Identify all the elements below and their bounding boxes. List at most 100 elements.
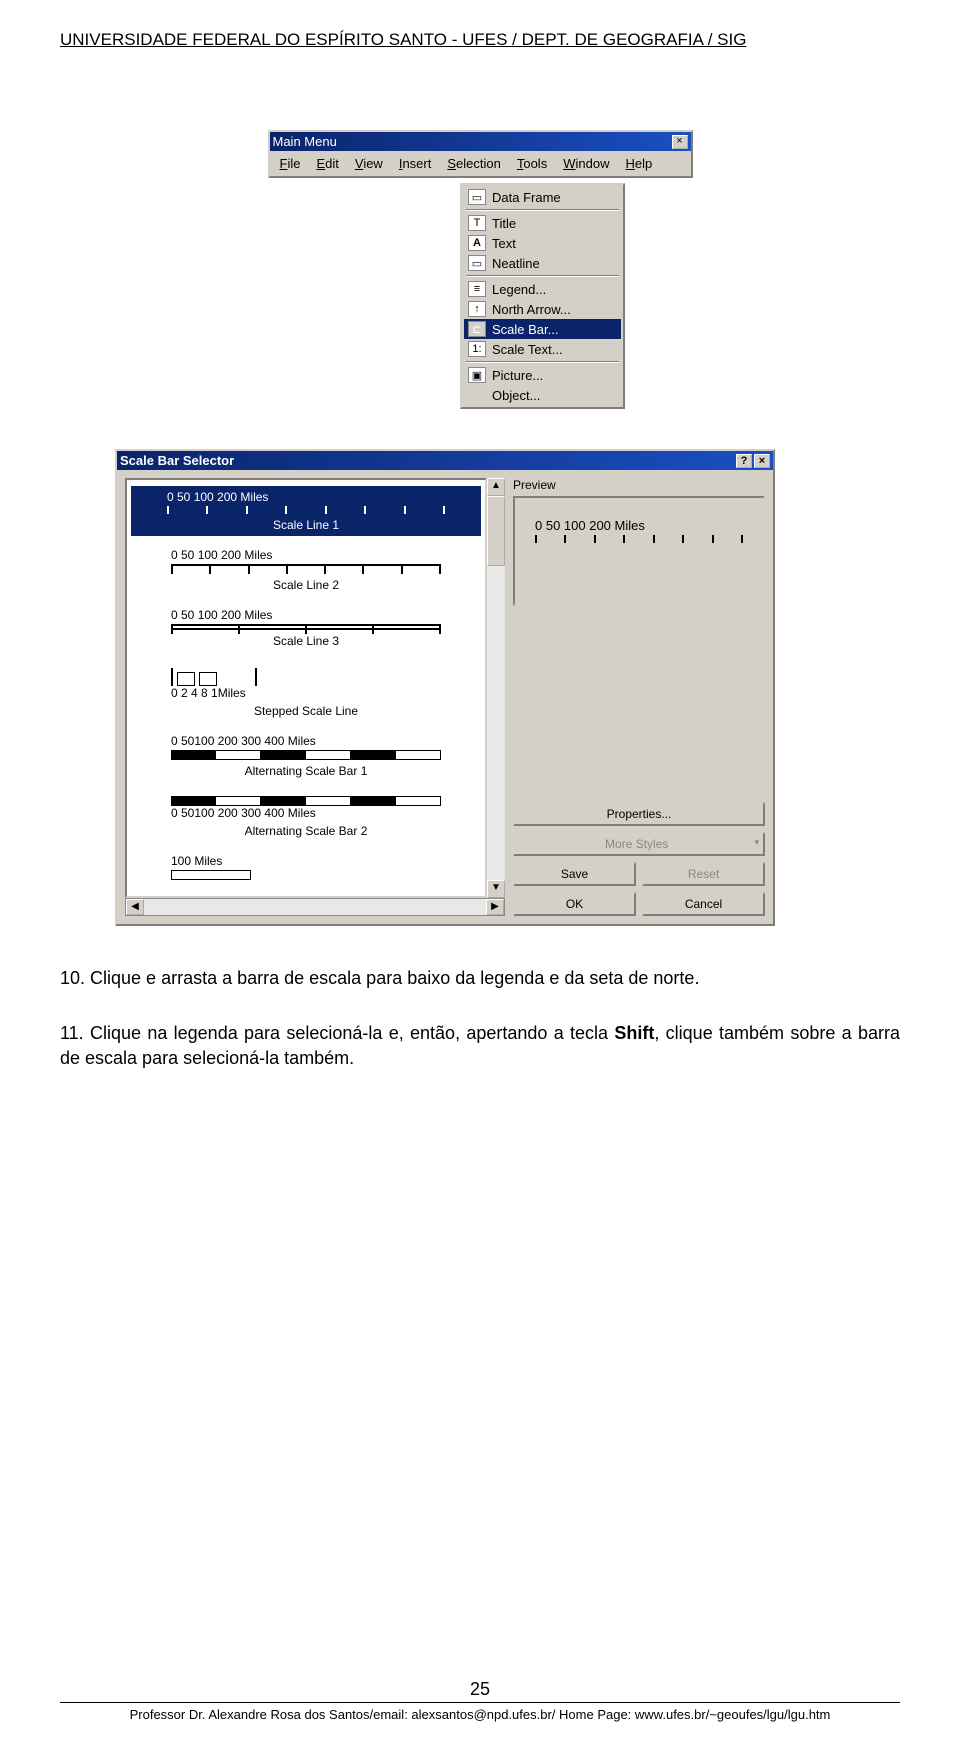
- style-label: Scale Line 2: [273, 578, 339, 592]
- preview-label: Preview: [513, 478, 765, 492]
- horizontal-scrollbar[interactable]: ◀ ▶: [125, 898, 505, 916]
- paragraph-11: 11. Clique na legenda para selecioná-la …: [60, 1021, 900, 1071]
- ok-button[interactable]: OK: [513, 892, 636, 916]
- page-number: 25: [60, 1679, 900, 1700]
- data-frame-icon: ▭: [468, 189, 486, 205]
- close-icon[interactable]: ×: [672, 135, 688, 149]
- separator: [466, 209, 619, 211]
- menu-item-label: Scale Text...: [492, 342, 563, 357]
- style-label: Stepped Scale Line: [254, 704, 358, 718]
- close-icon[interactable]: ×: [754, 454, 770, 468]
- menu-item-neatline[interactable]: ▭ Neatline: [464, 253, 621, 273]
- style-alternating-bar-1[interactable]: 0 50100 200 300 400 Miles Alternating Sc…: [131, 730, 481, 782]
- style-stepped-scale-line[interactable]: 0 2 4 8 1Miles Stepped Scale Line: [131, 660, 481, 722]
- menu-item-label: Object...: [492, 388, 540, 403]
- neatline-icon: ▭: [468, 255, 486, 271]
- scale-text-icon: 1:: [468, 341, 486, 357]
- style-list[interactable]: 0 50 100 200 Miles Scale Line 1 0 50 100…: [125, 478, 487, 898]
- selector-title: Scale Bar Selector: [120, 453, 234, 468]
- scale-numbers: 0 50 100 200 Miles: [141, 608, 471, 622]
- menu-item-scale-text[interactable]: 1: Scale Text...: [464, 339, 621, 359]
- menu-view[interactable]: View: [349, 154, 389, 173]
- step-number: 10.: [60, 968, 90, 988]
- button-column: Properties... More Styles▾ Save Reset OK…: [513, 802, 765, 916]
- menu-item-label: Data Frame: [492, 190, 561, 205]
- scale-bar-icon: ⊏: [468, 321, 486, 337]
- hollow-bar-graphic: [171, 870, 251, 880]
- style-scale-line-1[interactable]: 0 50 100 200 Miles Scale Line 1: [131, 486, 481, 536]
- menu-window[interactable]: Window: [557, 154, 615, 173]
- cancel-button[interactable]: Cancel: [642, 892, 765, 916]
- separator: [466, 275, 619, 277]
- menu-item-data-frame[interactable]: ▭ Data Frame: [464, 187, 621, 207]
- title-icon: T: [468, 215, 486, 231]
- step-number: 11.: [60, 1023, 90, 1043]
- page-footer: 25 Professor Dr. Alexandre Rosa dos Sant…: [60, 1679, 900, 1722]
- main-menu-window: Main Menu × File Edit View Insert Select…: [268, 130, 693, 178]
- separator: [466, 361, 619, 363]
- reset-button[interactable]: Reset: [642, 862, 765, 886]
- help-icon[interactable]: ?: [736, 454, 752, 468]
- main-menu-titlebar: Main Menu ×: [270, 132, 691, 151]
- scroll-thumb[interactable]: [487, 496, 505, 566]
- scroll-left-icon[interactable]: ◀: [126, 899, 144, 915]
- style-label: Alternating Scale Bar 2: [245, 824, 368, 838]
- menu-item-picture[interactable]: ▣ Picture...: [464, 365, 621, 385]
- menu-item-label: Title: [492, 216, 516, 231]
- scale-numbers: 0 50100 200 300 400 Miles: [141, 806, 471, 820]
- vertical-scrollbar[interactable]: ▲ ▼: [487, 478, 505, 898]
- menu-item-north-arrow[interactable]: ↑ North Arrow...: [464, 299, 621, 319]
- menu-insert[interactable]: Insert: [393, 154, 438, 173]
- footer-credit: Professor Dr. Alexandre Rosa dos Santos/…: [60, 1707, 900, 1722]
- text-icon: A: [468, 235, 486, 251]
- alt-bar-graphic: [171, 796, 441, 806]
- menu-file[interactable]: File: [274, 154, 307, 173]
- menu-item-legend[interactable]: ≡ Legend...: [464, 279, 621, 299]
- menu-item-label: Text: [492, 236, 516, 251]
- menu-item-label: Picture...: [492, 368, 543, 383]
- style-label: Alternating Scale Bar 1: [245, 764, 368, 778]
- scroll-right-icon[interactable]: ▶: [486, 899, 504, 915]
- stepped-graphic: [171, 664, 471, 686]
- style-scale-line-2[interactable]: 0 50 100 200 Miles Scale Line 2: [131, 544, 481, 596]
- style-label: Scale Line 1: [270, 518, 342, 532]
- menu-item-label: Scale Bar...: [492, 322, 558, 337]
- menu-edit[interactable]: Edit: [310, 154, 344, 173]
- scale-numbers: 0 50 100 200 Miles: [137, 490, 475, 504]
- menu-item-label: Neatline: [492, 256, 540, 271]
- menu-item-label: Legend...: [492, 282, 546, 297]
- insert-dropdown: ▭ Data Frame T Title A Text ▭ Neatline ≡…: [460, 183, 625, 409]
- selector-titlebar: Scale Bar Selector ? ×: [117, 451, 773, 470]
- paragraph-10: 10. Clique e arrasta a barra de escala p…: [60, 966, 900, 991]
- step-text: Clique na legenda para selecioná-la e, e…: [90, 1023, 614, 1043]
- bold-shift: Shift: [614, 1023, 654, 1043]
- style-hollow-bar[interactable]: 100 Miles: [131, 850, 481, 884]
- menu-tools[interactable]: Tools: [511, 154, 553, 173]
- chevron-down-icon: ▾: [754, 837, 759, 848]
- menu-help[interactable]: Help: [619, 154, 658, 173]
- legend-icon: ≡: [468, 281, 486, 297]
- scale-numbers: 100 Miles: [141, 854, 471, 868]
- picture-icon: ▣: [468, 367, 486, 383]
- menu-item-title[interactable]: T Title: [464, 213, 621, 233]
- style-scale-line-3[interactable]: 0 50 100 200 Miles Scale Line 3: [131, 604, 481, 652]
- footer-rule: [60, 1702, 900, 1703]
- save-button[interactable]: Save: [513, 862, 636, 886]
- menu-item-text[interactable]: A Text: [464, 233, 621, 253]
- scale-numbers: 0 50100 200 300 400 Miles: [141, 734, 471, 748]
- scale-numbers: 0 2 4 8 1Miles: [141, 686, 471, 700]
- scroll-up-icon[interactable]: ▲: [487, 478, 505, 496]
- style-label: Scale Line 3: [273, 634, 339, 648]
- more-styles-button[interactable]: More Styles▾: [513, 832, 765, 856]
- preview-numbers: 0 50 100 200 Miles: [525, 518, 753, 533]
- menu-item-scale-bar[interactable]: ⊏ Scale Bar...: [464, 319, 621, 339]
- menu-item-object[interactable]: Object...: [464, 385, 621, 405]
- properties-button[interactable]: Properties...: [513, 802, 765, 826]
- menu-item-label: North Arrow...: [492, 302, 571, 317]
- menubar: File Edit View Insert Selection Tools Wi…: [270, 151, 691, 176]
- blank-icon: [468, 387, 486, 403]
- style-alternating-bar-2[interactable]: 0 50100 200 300 400 Miles Alternating Sc…: [131, 790, 481, 842]
- scroll-down-icon[interactable]: ▼: [487, 880, 505, 898]
- menu-selection[interactable]: Selection: [441, 154, 506, 173]
- scale-numbers: 0 50 100 200 Miles: [141, 548, 471, 562]
